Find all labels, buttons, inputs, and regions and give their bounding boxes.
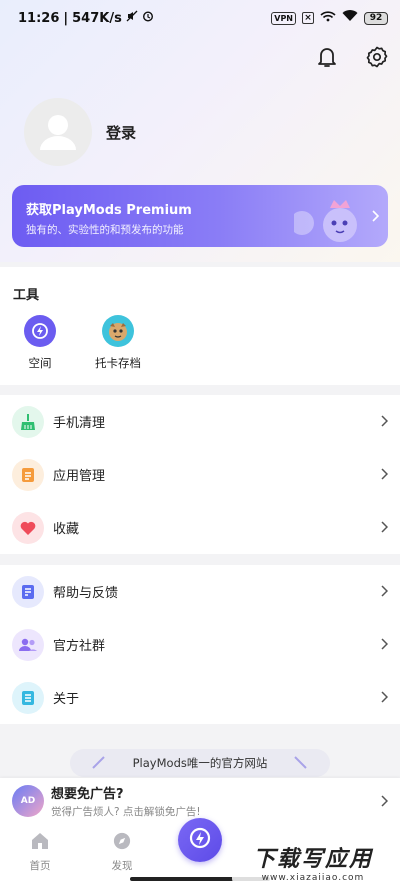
chevron-right-icon	[380, 688, 389, 707]
feather-right-icon	[294, 755, 308, 772]
watermark-url: www.xiazaiiao.com	[261, 873, 365, 883]
toca-save-icon	[102, 315, 134, 347]
bell-icon[interactable]	[314, 44, 340, 70]
about-icon	[12, 681, 44, 714]
chevron-right-icon	[380, 582, 389, 601]
space-icon	[188, 826, 212, 854]
chevron-right-icon	[380, 518, 389, 537]
help-feedback-icon	[12, 575, 44, 608]
status-bar: 11:26 | 547K/s VPN × 92	[0, 0, 400, 36]
battery-icon: 92	[364, 11, 388, 25]
nav-label: 首页	[29, 860, 51, 872]
broom-clean-icon	[12, 405, 44, 438]
alarm-icon	[142, 10, 154, 26]
menu-label: 官方社群	[53, 639, 106, 654]
nav-discover[interactable]: 发现	[102, 832, 142, 873]
official-site-link[interactable]: PlayMods唯一的官方网站	[70, 749, 330, 777]
login-link[interactable]: 登录	[106, 122, 136, 143]
settings-gear-icon[interactable]	[364, 44, 390, 70]
no-sim-icon: ×	[302, 12, 314, 24]
mute-icon	[126, 10, 138, 26]
tools-section: 工具 空间 托卡存档	[0, 267, 400, 385]
ad-mascot-icon: AD	[12, 785, 44, 817]
tool-label: 托卡存档	[95, 356, 141, 370]
nav-center-space-button[interactable]	[178, 818, 222, 862]
nav-home[interactable]: 首页	[20, 832, 60, 873]
menu-item-community[interactable]: 官方社群	[0, 618, 400, 671]
menu-label: 关于	[53, 692, 80, 707]
community-icon	[12, 628, 44, 661]
ad-title: 想要免广告?	[51, 787, 124, 802]
chevron-right-icon	[380, 465, 389, 484]
signal-icon	[320, 10, 336, 26]
official-site-text: PlayMods唯一的官方网站	[132, 756, 268, 770]
wifi-icon	[342, 10, 358, 26]
feather-left-icon	[92, 755, 106, 772]
nav-label: 发现	[111, 860, 133, 872]
tool-space[interactable]: 空间	[0, 315, 80, 371]
chevron-right-icon	[371, 207, 380, 226]
menu-group-support: 帮助与反馈 官方社群 关于	[0, 565, 400, 724]
tool-toca-save[interactable]: 托卡存档	[78, 315, 158, 371]
space-icon	[24, 315, 56, 347]
menu-item-app-manage[interactable]: 应用管理	[0, 448, 400, 501]
ad-subtitle: 觉得广告烦人? 点击解锁免广告!	[51, 806, 201, 818]
chevron-right-icon	[380, 635, 389, 654]
site-watermark-logo: 下载写应用 www.xiazaiiao.com	[232, 841, 394, 883]
premium-banner[interactable]: 获取PlayMods Premium 独有的、实验性的和预发布的功能	[12, 185, 388, 247]
menu-label: 应用管理	[53, 469, 106, 484]
watermark-main: 下载写应用	[252, 847, 373, 872]
app-manage-icon	[12, 458, 44, 491]
status-separator: |	[63, 10, 69, 26]
status-network-speed: 547K/s	[72, 10, 122, 26]
status-time: 11:26	[18, 10, 60, 26]
menu-item-phone-clean[interactable]: 手机清理	[0, 395, 400, 448]
tool-label: 空间	[28, 356, 52, 370]
chevron-right-icon	[380, 792, 389, 811]
menu-label: 帮助与反馈	[53, 586, 119, 601]
menu-label: 手机清理	[53, 416, 106, 431]
menu-item-about[interactable]: 关于	[0, 671, 400, 724]
header-actions	[314, 44, 390, 70]
avatar[interactable]	[24, 98, 92, 166]
menu-label: 收藏	[53, 522, 80, 537]
chevron-right-icon	[380, 412, 389, 431]
compass-icon	[112, 832, 132, 854]
premium-mascot-icon	[290, 191, 364, 245]
menu-item-favorites[interactable]: 收藏	[0, 501, 400, 554]
menu-item-help-feedback[interactable]: 帮助与反馈	[0, 565, 400, 618]
tools-title: 工具	[13, 288, 40, 303]
heart-icon	[12, 511, 44, 544]
profile-section[interactable]: 登录	[24, 98, 136, 166]
vpn-icon: VPN	[271, 11, 296, 25]
menu-group-utilities: 手机清理 应用管理 收藏	[0, 395, 400, 554]
home-icon	[30, 832, 50, 854]
